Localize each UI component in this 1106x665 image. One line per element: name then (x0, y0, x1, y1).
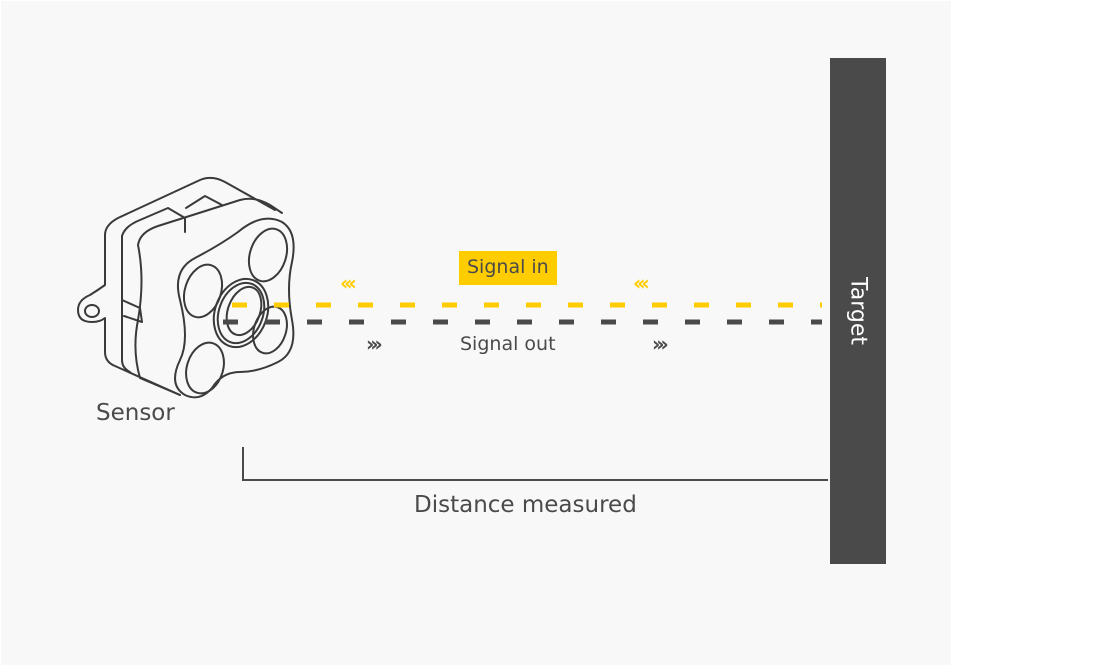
signal-in-arrow-icon: ‹‹‹ (340, 271, 357, 295)
distance-bracket (242, 447, 828, 481)
signal-in-arrow-icon: ‹‹‹ (633, 271, 650, 295)
signal-out-arrow-icon: ››› (652, 332, 669, 356)
sensor-device-icon (77, 176, 295, 399)
sensor-label: Sensor (96, 400, 175, 426)
signal-out-label: Signal out (460, 333, 556, 355)
distance-label: Distance measured (414, 492, 637, 518)
signal-out-arrow-icon: ››› (366, 332, 383, 356)
signal-in-label: Signal in (459, 251, 557, 285)
target-label: Target (845, 276, 871, 346)
